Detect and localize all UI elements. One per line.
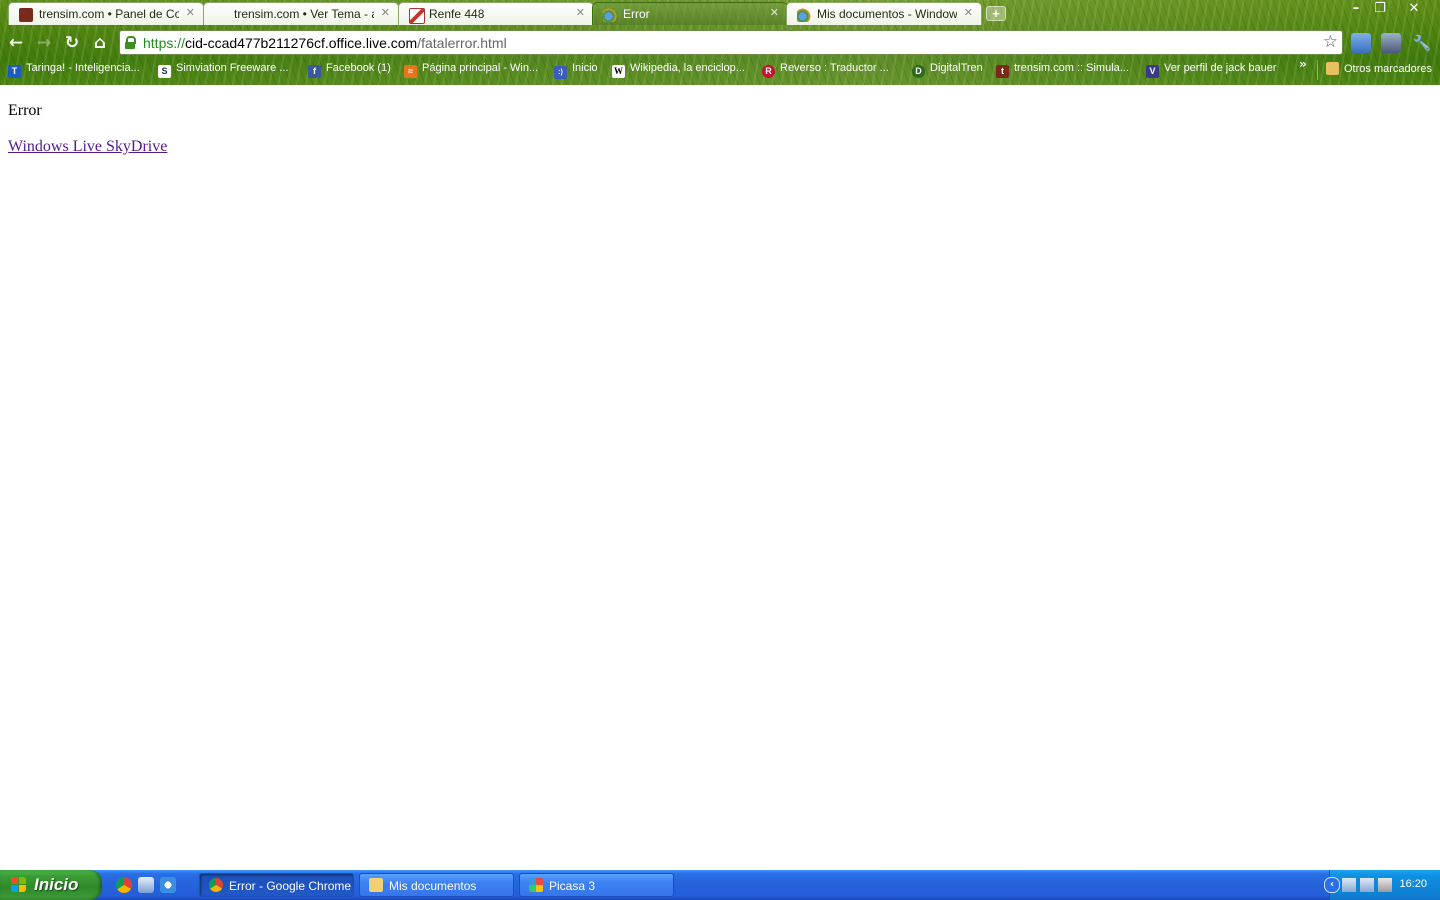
- network-icon[interactable]: [1342, 878, 1356, 892]
- clock[interactable]: 16:20: [1399, 878, 1427, 890]
- chevron-left-icon[interactable]: ‹: [1324, 877, 1340, 893]
- start-button[interactable]: Inicio: [0, 870, 102, 900]
- close-icon[interactable]: ✕: [964, 6, 973, 19]
- page-content: Error Windows Live SkyDrive: [0, 85, 1440, 870]
- tab-trensim-tema[interactable]: trensim.com • Ver Tema - activ ✕: [203, 2, 399, 25]
- bookmark-reverso[interactable]: R Reverso : Traductor ...: [762, 62, 889, 78]
- digitaltren-icon: D: [912, 65, 925, 78]
- address-bar[interactable]: https://cid-ccad477b211276cf.office.live…: [119, 30, 1343, 55]
- chrome-icon: [209, 878, 223, 892]
- bookmark-inicio[interactable]: :) Inicio: [554, 62, 598, 79]
- divider: [1317, 60, 1318, 80]
- folder-icon: [369, 878, 383, 892]
- tab-title: Error: [623, 7, 650, 21]
- windows-live-icon: [797, 8, 811, 22]
- blank-icon: [214, 8, 228, 22]
- display-icon[interactable]: [1360, 878, 1374, 892]
- close-window-button[interactable]: ✕: [1402, 0, 1426, 18]
- start-label: Inicio: [34, 875, 79, 894]
- reload-button[interactable]: ↻: [61, 32, 83, 54]
- browser-chrome: trensim.com • Panel de Contro ✕ trensim.…: [0, 0, 1440, 85]
- close-icon[interactable]: ✕: [381, 6, 390, 19]
- bookmark-jack-bauer[interactable]: V Ver perfil de jack bauer: [1146, 62, 1277, 78]
- bookmark-wikipedia[interactable]: W Wikipedia, la enciclop...: [612, 62, 745, 78]
- system-tray: ‹ 16:20: [1324, 870, 1440, 900]
- simviation-icon: S: [158, 65, 171, 78]
- windows-live-icon: [603, 8, 617, 22]
- taskbar-item-picasa[interactable]: Picasa 3: [519, 873, 674, 897]
- forward-button[interactable]: →: [33, 32, 55, 54]
- wikipedia-icon: W: [612, 65, 625, 78]
- minimize-button[interactable]: –: [1344, 0, 1368, 18]
- bookmark-digitaltren[interactable]: D DigitalTren: [912, 62, 983, 78]
- smiley-icon: :): [554, 66, 567, 79]
- profile-icon: V: [1146, 65, 1159, 78]
- picasa-icon: [529, 878, 543, 892]
- extension-icon[interactable]: [1351, 33, 1371, 53]
- new-tab-button[interactable]: +: [986, 6, 1006, 21]
- tab-title: Renfe 448: [429, 7, 485, 21]
- taskbar-item-label: Picasa 3: [549, 879, 596, 893]
- bookmark-simviation[interactable]: S Simviation Freeware ...: [158, 62, 288, 78]
- trensim-icon: t: [996, 65, 1009, 78]
- bookmark-facebook[interactable]: f Facebook (1): [308, 62, 391, 78]
- restore-button[interactable]: ❐: [1368, 0, 1392, 18]
- tab-mis-documentos[interactable]: Mis documentos - Windows Live ✕: [786, 2, 982, 25]
- tab-trensim-panel[interactable]: trensim.com • Panel de Contro ✕: [8, 2, 204, 25]
- lock-icon: [125, 36, 136, 49]
- page-menu-icon[interactable]: [1381, 33, 1401, 53]
- bookmark-taringa[interactable]: T Taringa! - Inteligencia...: [8, 62, 140, 78]
- wrench-icon[interactable]: 🔧: [1412, 33, 1432, 53]
- notepad-icon: [409, 8, 425, 24]
- facebook-icon: f: [308, 65, 321, 78]
- taskbar-item-chrome[interactable]: Error - Google Chrome: [199, 873, 354, 897]
- other-bookmarks-folder[interactable]: Otros marcadores: [1326, 62, 1432, 78]
- url-text[interactable]: https://cid-ccad477b211276cf.office.live…: [143, 35, 507, 51]
- chevron-right-icon[interactable]: »: [1299, 57, 1307, 71]
- usb-icon[interactable]: [1378, 878, 1392, 892]
- taringa-icon: T: [8, 65, 21, 78]
- bookmark-trensim-simula[interactable]: t trensim.com :: Simula...: [996, 62, 1129, 78]
- tab-title: trensim.com • Panel de Contro: [39, 7, 179, 21]
- error-message: Error: [8, 102, 42, 119]
- windows-flag-icon: [11, 877, 27, 893]
- windows-live-icon: ≈: [404, 65, 417, 78]
- ie-icon[interactable]: [160, 877, 176, 893]
- close-icon[interactable]: ✕: [770, 6, 779, 19]
- skydrive-link[interactable]: Windows Live SkyDrive: [8, 138, 167, 156]
- home-button[interactable]: ⌂: [89, 32, 111, 54]
- bookmark-pagina-principal[interactable]: ≈ Página principal - Win...: [404, 62, 538, 78]
- tab-error[interactable]: Error ✕: [592, 2, 788, 25]
- tab-title: Mis documentos - Windows Live: [817, 7, 957, 21]
- taskbar-item-label: Mis documentos: [389, 879, 477, 893]
- tab-title: trensim.com • Ver Tema - activ: [234, 7, 374, 21]
- chrome-icon[interactable]: [116, 877, 132, 893]
- reverso-icon: R: [762, 65, 775, 78]
- close-icon[interactable]: ✕: [186, 6, 195, 19]
- outlook-icon[interactable]: [138, 877, 154, 893]
- taskbar-item-label: Error - Google Chrome: [229, 879, 352, 893]
- back-button[interactable]: ←: [5, 32, 27, 54]
- close-icon[interactable]: ✕: [576, 6, 585, 19]
- tab-renfe[interactable]: Renfe 448 ✕: [398, 2, 594, 25]
- taskbar-item-mis-documentos[interactable]: Mis documentos: [359, 873, 514, 897]
- trensim-icon: [19, 8, 33, 22]
- folder-icon: [1326, 62, 1339, 75]
- star-icon[interactable]: ☆: [1323, 32, 1338, 52]
